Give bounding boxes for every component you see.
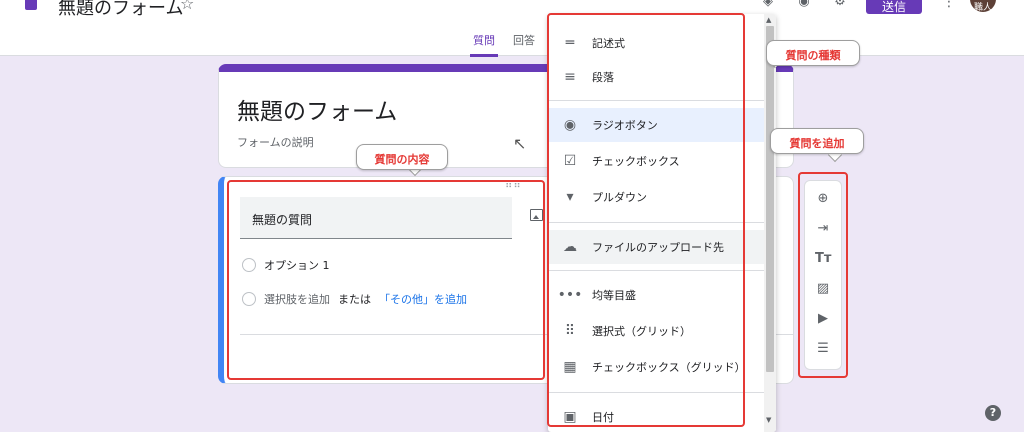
star-icon[interactable]: ☆ [180,0,194,13]
avatar[interactable]: 職人 [970,0,996,13]
form-description[interactable]: フォームの説明 [237,134,314,150]
callout-add-question: 質問を追加 [770,128,864,154]
callout-question-types: 質問の種類 [766,40,860,66]
forms-logo-icon[interactable] [25,0,37,10]
callout-question-content: 質問の内容 [356,144,448,170]
palette-icon[interactable]: ◈ [760,0,776,10]
form-title[interactable]: 無題のフォーム [237,92,397,126]
tab-questions[interactable]: 質問 [470,30,498,57]
tab-responses[interactable]: 回答 [510,30,538,57]
scroll-down-icon[interactable]: ▼ [766,416,771,424]
app-header: 無題のフォーム ☆ 質問 回答 ◈ ◉ ⚙ 送信 ⋮ 職人 [0,0,1024,57]
help-icon[interactable]: ? [985,405,1001,421]
annotation-box-add-question [798,172,848,378]
more-vert-icon[interactable]: ⋮ [942,0,956,10]
annotation-box-question-types [547,13,745,427]
annotation-box-question-content [227,180,545,380]
scroll-thumb[interactable] [766,26,774,372]
tabs: 質問 回答 [470,30,538,57]
scroll-up-icon[interactable]: ▲ [766,16,771,24]
send-button[interactable]: 送信 [866,0,922,14]
preview-icon[interactable]: ◉ [796,0,812,10]
mouse-cursor-icon: ↖ [513,134,527,153]
doc-title[interactable]: 無題のフォーム [58,0,183,20]
settings-icon[interactable]: ⚙ [832,0,848,10]
